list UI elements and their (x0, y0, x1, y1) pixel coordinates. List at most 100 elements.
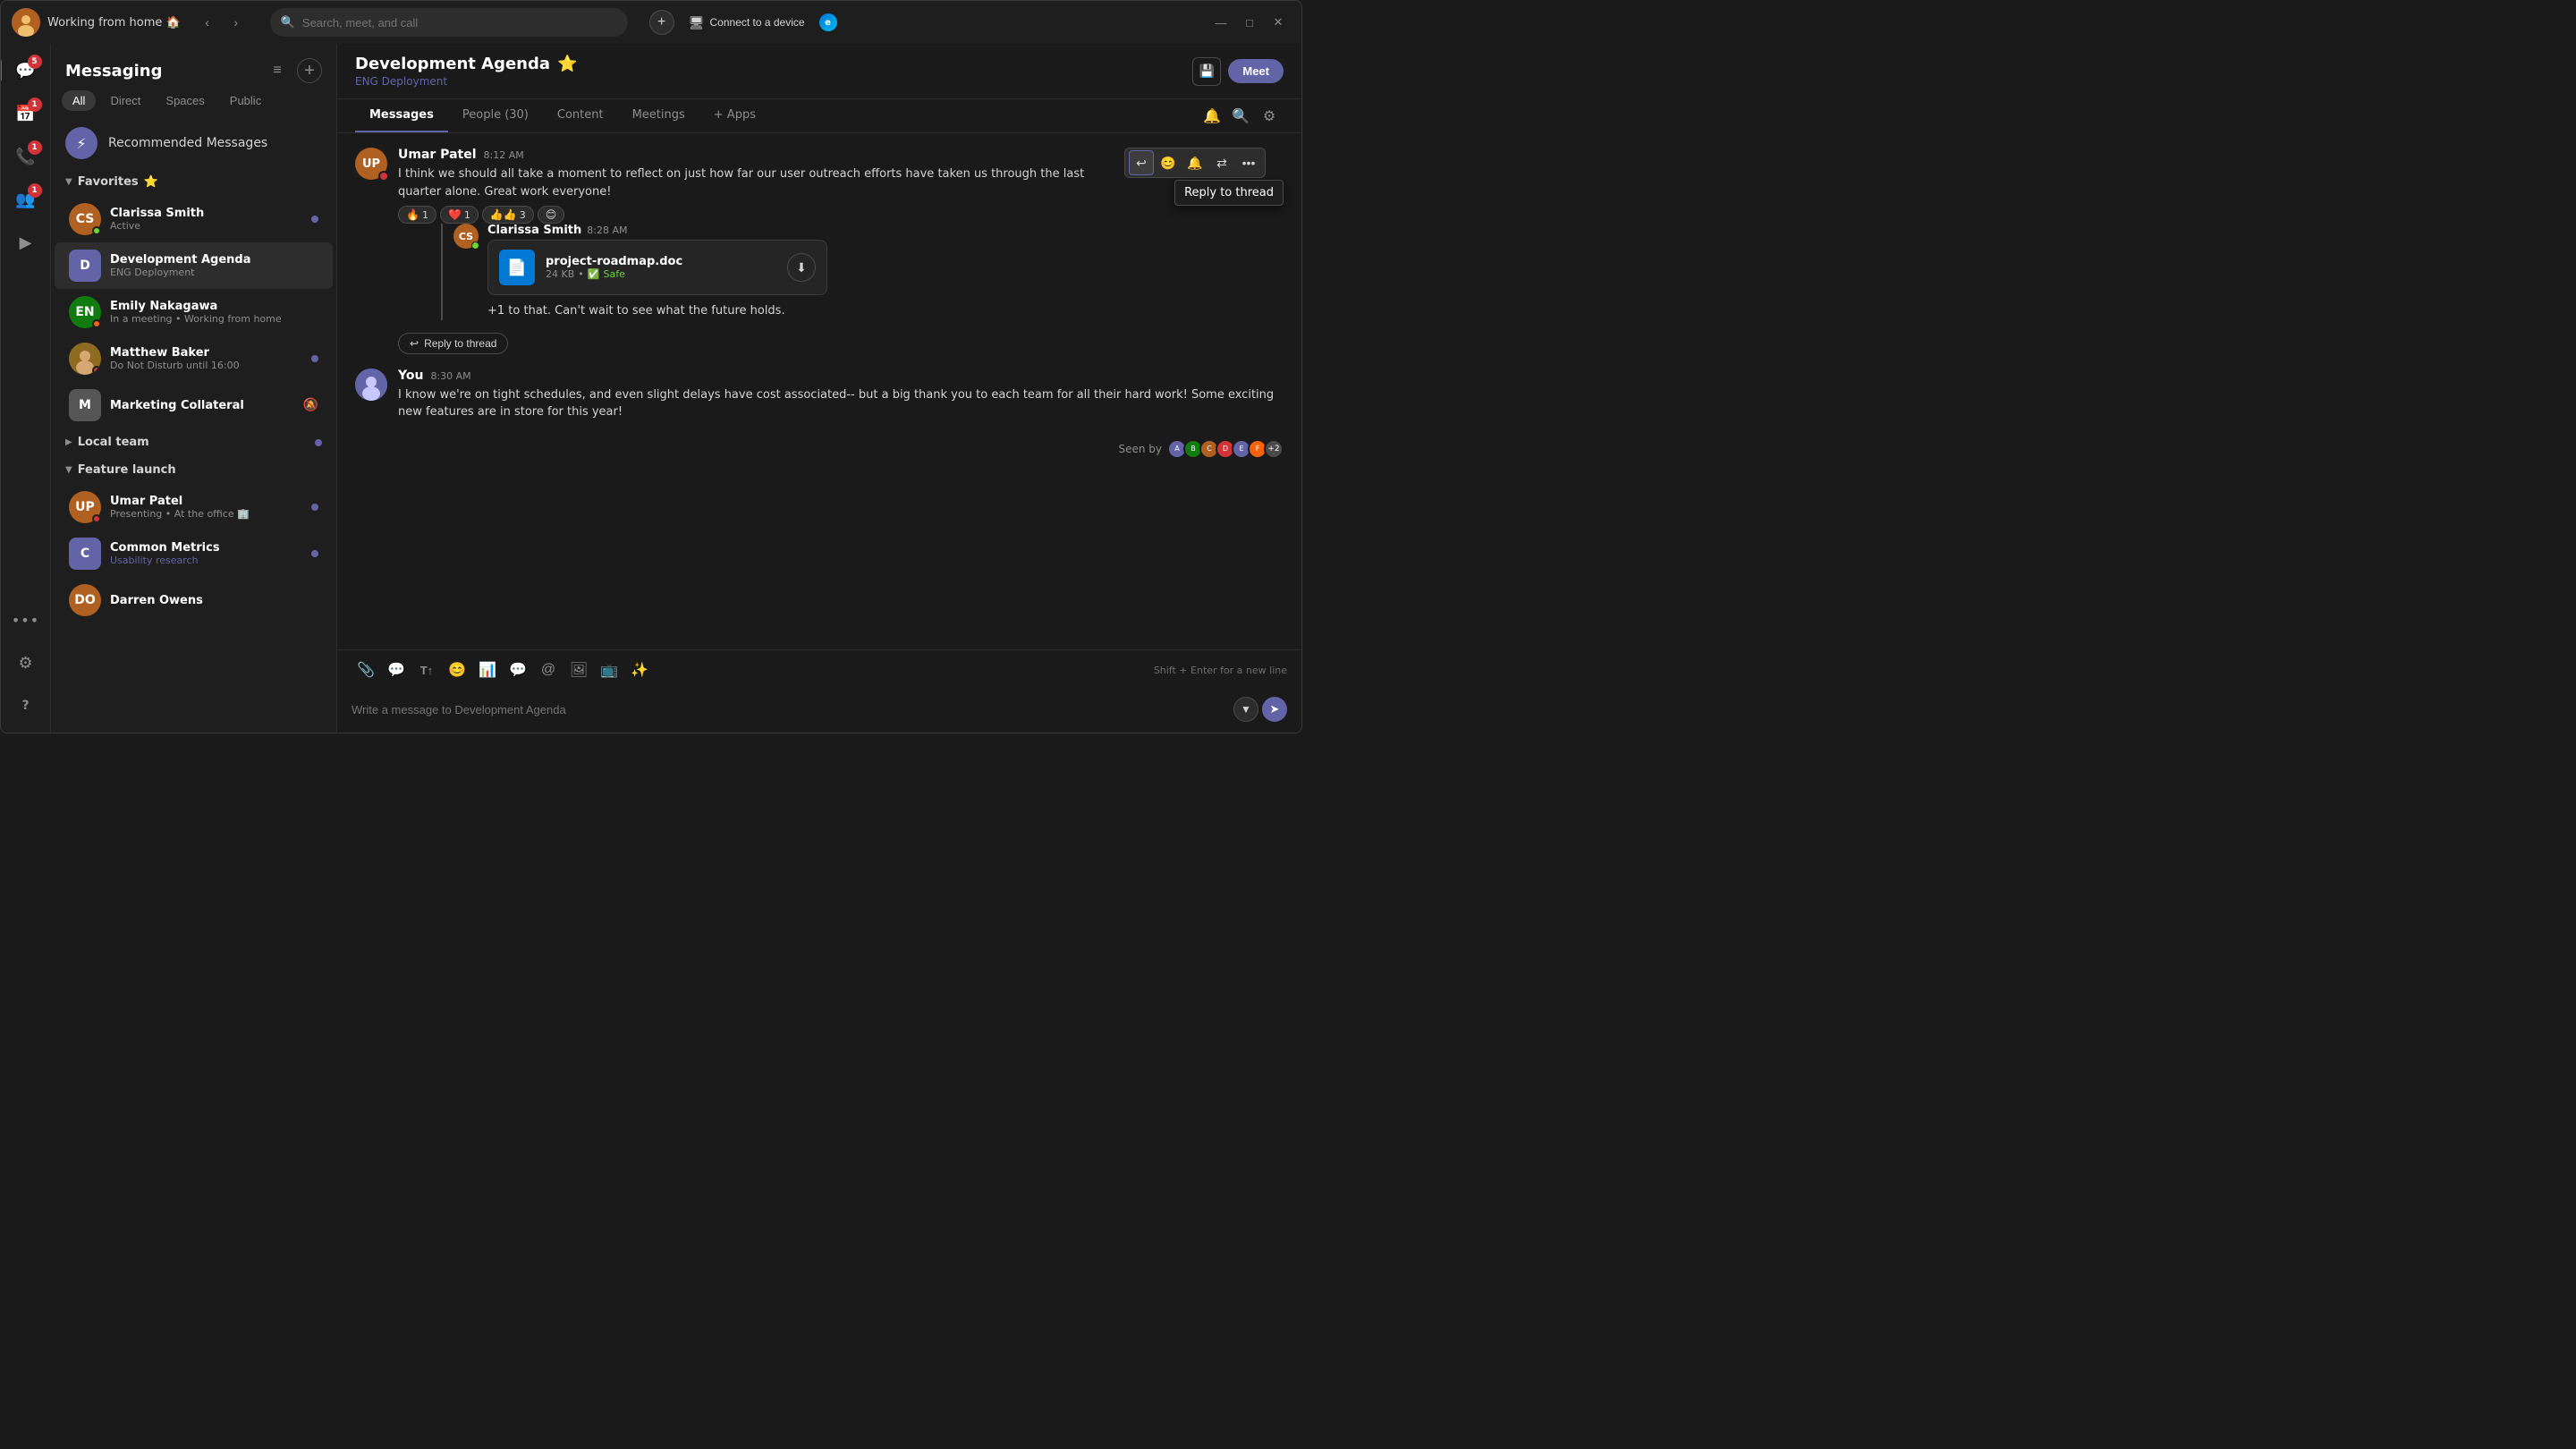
toolbar-mention-button[interactable]: @ (534, 656, 563, 684)
umar-dnd-indicator (378, 171, 389, 182)
msg-notify-button[interactable]: 🔔 (1182, 150, 1208, 175)
conv-item-matthew[interactable]: Matthew Baker Do Not Disturb until 16:00 (55, 335, 333, 382)
msg-more-button[interactable]: ••• (1236, 150, 1261, 175)
conv-item-clarissa[interactable]: CS Clarissa Smith Active (55, 196, 333, 242)
rail-item-people[interactable]: 👥 1 (6, 180, 46, 219)
clarissa-thread-text: +1 to that. Can't wait to see what the f… (487, 302, 1094, 320)
tab-people[interactable]: People (30) (448, 99, 543, 132)
main-content: 💬 5 📅 1 📞 1 👥 1 ▶ ••• (1, 44, 1301, 733)
thumbs-emoji: 👍👍 (490, 208, 517, 221)
search-bar[interactable]: 🔍 (270, 8, 628, 37)
reaction-thumbs[interactable]: 👍👍 3 (482, 206, 534, 224)
tab-apps[interactable]: + Apps (699, 99, 770, 132)
toolbar-format-button[interactable]: 💬 (382, 656, 411, 684)
reaction-heart[interactable]: ❤️ 1 (440, 206, 479, 224)
nav-back-button[interactable]: ‹ (195, 10, 220, 35)
toolbar-text-button[interactable]: T↑ (412, 656, 441, 684)
sidebar-menu-button[interactable]: ≡ (265, 58, 290, 83)
seen-by-label: Seen by (1118, 443, 1162, 455)
send-button[interactable]: ➤ (1262, 697, 1287, 722)
msg-actions-bar: ↩ 😊 🔔 ⇄ ••• (1124, 148, 1266, 178)
favorites-title: Favorites (78, 175, 139, 189)
minimize-button[interactable]: — (1208, 10, 1233, 35)
conv-item-common-metrics[interactable]: C Common Metrics Usability research (55, 530, 333, 577)
msg-emoji-button[interactable]: 😊 (1156, 150, 1181, 175)
filter-tab-all[interactable]: All (62, 90, 96, 111)
more-icon: ••• (12, 612, 39, 629)
msg-forward-button[interactable]: ⇄ (1209, 150, 1234, 175)
msg-reply-button[interactable]: ↩ (1129, 150, 1154, 175)
safe-icon: ✅ (588, 268, 600, 280)
conv-item-darren[interactable]: DO Darren Owens (55, 577, 333, 623)
filter-tab-public[interactable]: Public (219, 90, 272, 111)
toolbar-ai-button[interactable]: ✨ (625, 656, 654, 684)
file-name: project-roadmap.doc (546, 255, 776, 268)
reply-label: Reply to thread (424, 337, 496, 350)
seen-by-row: Seen by A B C D E F +2 (355, 436, 1284, 462)
rail-item-chat[interactable]: 💬 5 (6, 51, 46, 90)
message-input[interactable] (352, 703, 1226, 716)
favorites-section-header[interactable]: ▼ Favorites ⭐ (51, 168, 336, 196)
smile-emoji: 😊 (546, 208, 557, 221)
toolbar-chart-button[interactable]: 📊 (473, 656, 502, 684)
you-avatar-img (355, 369, 387, 401)
recommended-messages[interactable]: ⚡ Recommended Messages (51, 118, 336, 168)
conv-item-emily[interactable]: EN Emily Nakagawa In a meeting • Working… (55, 289, 333, 335)
maximize-button[interactable]: □ (1237, 10, 1262, 35)
user-avatar[interactable] (12, 8, 40, 37)
tab-meetings[interactable]: Meetings (618, 99, 699, 132)
reaction-smile[interactable]: 😊 (538, 206, 565, 224)
nav-forward-button[interactable]: › (224, 10, 249, 35)
rail-item-apps[interactable]: ▶ (6, 223, 46, 262)
tab-messages[interactable]: Messages (355, 99, 448, 132)
rail-bottom: ••• ⚙ ? (6, 600, 46, 725)
scroll-down-button[interactable]: ▼ (1233, 697, 1258, 722)
people-badge: 1 (28, 183, 42, 198)
close-button[interactable]: ✕ (1266, 10, 1291, 35)
matthew-status-dot (92, 366, 101, 375)
rail-item-settings[interactable]: ⚙ (6, 643, 46, 682)
send-area: ▼ ➤ (1233, 697, 1287, 722)
file-download-button[interactable]: ⬇ (787, 253, 816, 282)
save-icon-button[interactable]: 💾 (1192, 57, 1221, 86)
conv-item-umar[interactable]: UP Umar Patel Presenting • At the office… (55, 484, 333, 530)
toolbar-image-button[interactable]: 🖼 (564, 656, 593, 684)
calendar-badge: 1 (28, 97, 42, 112)
filter-tab-spaces[interactable]: Spaces (155, 90, 215, 111)
chat-input-area: 📎 💬 T↑ 😊 📊 💬 @ 🖼 📺 ✨ Shift + Enter for a… (337, 649, 1301, 733)
reaction-fire[interactable]: 🔥 1 (398, 206, 436, 224)
conv-item-marketing[interactable]: M Marketing Collateral 🔕 (55, 382, 333, 428)
meet-button[interactable]: Meet (1228, 59, 1284, 83)
thread-area: CS Clarissa Smith 8:28 AM 📄 (441, 224, 1094, 320)
conv-item-development-agenda[interactable]: D Development Agenda ENG Deployment (55, 242, 333, 289)
marketing-avatar: M (69, 389, 101, 421)
notification-icon-button[interactable]: 🔔 (1198, 102, 1226, 131)
local-team-section-header[interactable]: ▶ Local team (51, 428, 336, 456)
search-input[interactable] (302, 16, 617, 30)
reply-to-thread-button[interactable]: ↩ Reply to thread (398, 333, 508, 354)
toolbar-video-button[interactable]: 📺 (595, 656, 623, 684)
sidebar-add-button[interactable]: + (297, 58, 322, 83)
umar-msg-content: Umar Patel 8:12 AM I think we should all… (398, 148, 1094, 354)
filter-tab-direct[interactable]: Direct (99, 90, 151, 111)
connect-device-button[interactable]: 🖥 Connect to a device (682, 12, 812, 34)
toolbar-attach-button[interactable]: 📎 (352, 656, 380, 684)
rail-item-calendar[interactable]: 📅 1 (6, 94, 46, 133)
file-separator: • (578, 268, 584, 280)
rail-item-calls[interactable]: 📞 1 (6, 137, 46, 176)
search-chat-button[interactable]: 🔍 (1226, 102, 1255, 131)
feature-launch-section-header[interactable]: ▼ Feature launch (51, 456, 336, 484)
feature-launch-chevron: ▼ (65, 465, 72, 475)
settings-button[interactable]: ⚙ (1255, 102, 1284, 131)
rail-item-more[interactable]: ••• (6, 600, 46, 640)
umar-avatar: UP (69, 491, 101, 523)
thumbs-count: 3 (520, 209, 526, 221)
toolbar-meeting-button[interactable]: 💬 (504, 656, 532, 684)
message-group-you: You 8:30 AM I know we're on tight schedu… (355, 369, 1284, 421)
common-metrics-avatar: C (69, 538, 101, 570)
rail-item-help[interactable]: ? (6, 686, 46, 725)
clarissa-status: Active (110, 220, 302, 232)
add-button[interactable]: + (649, 10, 674, 35)
tab-content[interactable]: Content (543, 99, 618, 132)
toolbar-emoji-button[interactable]: 😊 (443, 656, 471, 684)
